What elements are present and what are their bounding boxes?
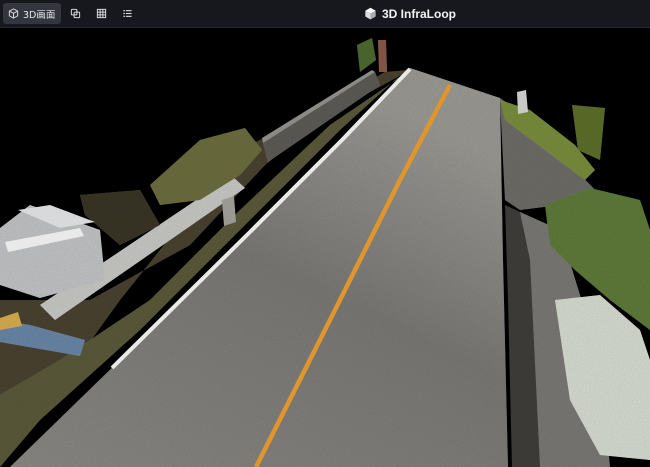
list-icon (123, 10, 132, 17)
cube-logo-icon (365, 7, 376, 20)
top-bar: 3D画面 3D InfraLoop (0, 0, 650, 28)
app-title: 3D InfraLoop (382, 6, 456, 21)
3d-point-cloud-viewport[interactable] (0, 27, 650, 467)
app-brand: 3D InfraLoop (364, 5, 456, 22)
guardrail-post (222, 196, 236, 226)
view-toolbar: 3D画面 (3, 3, 139, 24)
layers-icon (70, 8, 81, 19)
list-button[interactable] (115, 3, 139, 24)
view-3d-button[interactable]: 3D画面 (3, 3, 62, 24)
cube-outline-icon (8, 8, 19, 19)
app-window: 3D画面 3D InfraLoop (0, 0, 650, 467)
far-pole (378, 40, 387, 72)
grid-icon (96, 8, 107, 19)
view-3d-label: 3D画面 (23, 9, 56, 21)
grid-button[interactable] (89, 3, 113, 24)
layers-button[interactable] (63, 3, 87, 24)
